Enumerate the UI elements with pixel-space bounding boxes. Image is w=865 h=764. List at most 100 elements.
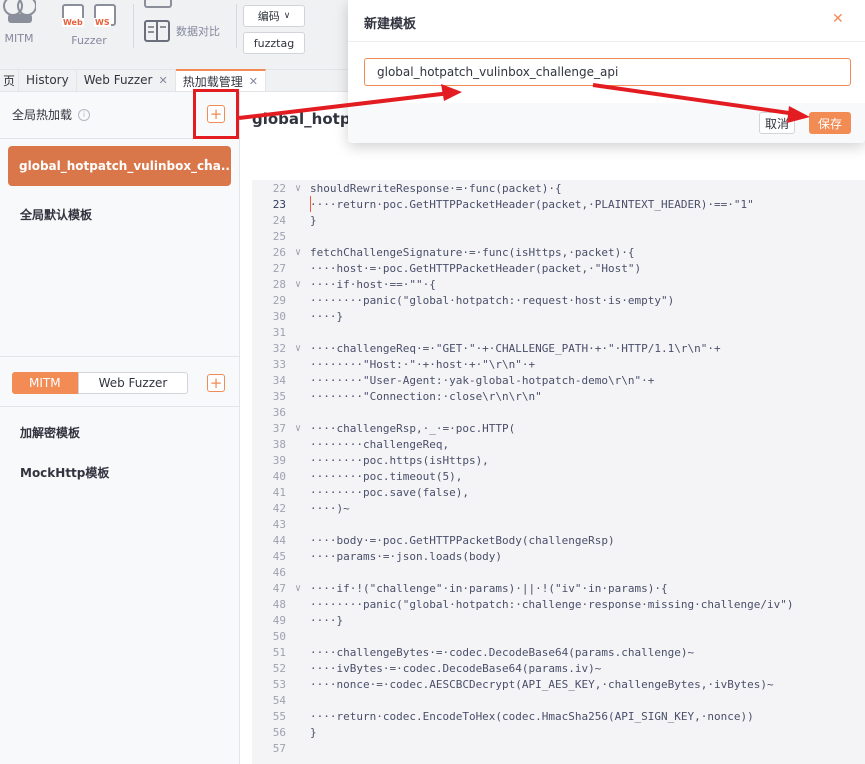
code-line[interactable]: 42 ····)~ [252,500,865,516]
code-line[interactable]: 47 ∨ ····if·!("challenge"·in·params)·||·!(… [252,580,865,596]
fold-icon[interactable]: ∨ [286,247,310,258]
codec-template-item[interactable]: 加解密模板 [20,424,80,441]
tab-partial[interactable]: 页 [0,69,20,91]
add-template-button[interactable]: + [207,374,225,392]
code-text: ········"Host:·"·+·host·+·"\r\n"·+ [310,357,536,371]
line-number: 30 [272,309,286,323]
code-text: ····)~ [310,501,350,515]
code-line[interactable]: 33 ········"Host:·"·+·host·+·"\r\n"·+ [252,356,865,372]
code-text: ····if·host·==·""·{ [310,277,436,291]
code-line[interactable]: 32 ∨ ····challengeReq·=·"GET·"·+·CHALLENGE… [252,340,865,356]
code-line[interactable]: 51 ····challengeBytes·=·codec.DecodeBase6… [252,644,865,660]
fold-icon[interactable]: ∨ [286,583,310,594]
fold-icon[interactable]: ∨ [286,423,310,434]
code-text: ········challengeReq, [310,437,450,451]
code-line[interactable]: 26 ∨ fetchChallengeSignature·=·func(isHttp… [252,244,865,260]
line-number: 56 [272,725,286,739]
line-number: 39 [272,453,286,467]
line-number: 46 [272,565,286,579]
line-number: 49 [272,613,286,627]
tab-hotpatch-manager[interactable]: 热加载管理 ✕ [175,69,266,91]
code-text: ····} [310,309,344,323]
code-line[interactable]: 56} [252,724,865,740]
divider [0,356,240,357]
code-line[interactable]: 36 [252,404,865,420]
line-number: 31 [272,325,286,339]
fold-icon[interactable]: ∨ [286,183,310,194]
code-line[interactable]: 54 [252,692,865,708]
mitm-segment[interactable]: MITM [12,372,78,394]
code-line[interactable]: 29 ········panic("global·hotpatch:·reques… [252,292,865,308]
line-number: 47 [272,581,286,595]
code-line[interactable]: 35 ········"Connection:·close\r\n\r\n" [252,388,865,404]
code-line[interactable]: 37 ∨ ····challengeRsp,·_·=·poc.HTTP( [252,420,865,436]
line-number: 51 [272,645,286,659]
line-number: 48 [272,597,286,611]
code-line[interactable]: 43 [252,516,865,532]
line-number: 38 [272,437,286,451]
code-line[interactable]: 41 ········poc.save(false), [252,484,865,500]
code-line[interactable]: 48 ········panic("global·hotpatch:·challe… [252,596,865,612]
default-template-item[interactable]: 全局默认模板 [20,206,92,223]
divider [348,41,865,42]
code-text: ····host·=·poc.GetHTTPPacketHeader(packe… [310,261,642,275]
tab-web-fuzzer[interactable]: Web Fuzzer ✕ [77,69,176,91]
mockhttp-template-item[interactable]: MockHttp模板 [20,464,109,481]
code-line[interactable]: 53 ····nonce·=·codec.AESCBCDecrypt(API_AE… [252,676,865,692]
line-number: 34 [272,373,286,387]
template-type-switch[interactable]: MITM Web Fuzzer [12,372,189,394]
code-text: ········poc.save(false), [310,485,469,499]
new-template-dialog: 新建模板 ✕ 取消 保存 [348,0,865,143]
close-icon[interactable]: ✕ [249,75,258,88]
more-vertical-icon[interactable]: ⋮ [199,157,213,173]
template-name-input[interactable] [364,58,851,86]
code-line[interactable]: 30 ····} [252,308,865,324]
code-line[interactable]: 31 [252,324,865,340]
close-icon[interactable]: ✕ [832,11,844,27]
fold-icon[interactable]: ∨ [286,279,310,290]
close-icon[interactable]: ✕ [158,74,167,87]
code-line[interactable]: 57 [252,740,865,756]
info-icon[interactable]: i [78,108,91,121]
code-editor[interactable]: 22 ∨ shouldRewriteResponse·=·func(packet)·… [252,180,865,764]
toolbar-divider [236,4,237,48]
highlight-box [193,89,239,139]
line-number: 52 [272,661,286,675]
code-line[interactable]: 45 ····params·=·json.loads(body) [252,548,865,564]
mitm-label: MITM [4,32,34,45]
code-line[interactable]: 38 ········challengeReq, [252,436,865,452]
code-line[interactable]: 22 ∨ shouldRewriteResponse·=·func(packet)·… [252,180,865,196]
selected-template-item[interactable]: global_hotpatch_vulinbox_cha... ⋮ [8,146,235,186]
code-line[interactable]: 46 [252,564,865,580]
toolbar-divider [133,4,134,48]
code-line[interactable]: 23 ····return·poc.GetHTTPPacketHeader(pac… [252,196,865,212]
code-line[interactable]: 39 ········poc.https(isHttps), [252,452,865,468]
divider [0,406,240,407]
fuzzer-tool[interactable]: Web WS Fuzzer [62,0,116,47]
fuzztag-button[interactable]: fuzztag [243,32,305,54]
code-line[interactable]: 55 ····return·codec.EncodeToHex(codec.Hma… [252,708,865,724]
cancel-button[interactable]: 取消 [759,112,795,134]
code-text: ········"User-Agent:·yak-global-hotpatch… [310,373,655,387]
mitm-tool[interactable]: MITM [2,0,36,45]
mitm-icon [3,0,36,23]
code-line[interactable]: 44 ····body·=·poc.GetHTTPPacketBody(chall… [252,532,865,548]
fold-icon[interactable]: ∨ [286,343,310,354]
code-line[interactable]: 27 ····host·=·poc.GetHTTPPacketHeader(pac… [252,260,865,276]
code-line[interactable]: 28 ∨ ····if·host·==·""·{ [252,276,865,292]
code-line[interactable]: 40 ········poc.timeout(5), [252,468,865,484]
save-button[interactable]: 保存 [809,112,851,134]
encode-button[interactable]: 编码 ∨ [243,5,305,27]
code-line[interactable]: 25 [252,228,865,244]
code-line[interactable]: 50 [252,628,865,644]
dialog-footer: 取消 保存 [348,103,865,143]
code-line[interactable]: 24} [252,212,865,228]
code-text: shouldRewriteResponse·=·func(packet)·{ [310,181,562,195]
code-line[interactable]: 34 ········"User-Agent:·yak-global-hotpat… [252,372,865,388]
code-line[interactable]: 49 ····} [252,612,865,628]
line-number: 26 [272,245,286,259]
data-compare-tool[interactable]: 数据对比 [144,20,220,42]
tab-history[interactable]: History [19,69,77,91]
code-line[interactable]: 52 ····ivBytes·=·codec.DecodeBase64(param… [252,660,865,676]
web-fuzzer-segment[interactable]: Web Fuzzer [77,372,189,394]
